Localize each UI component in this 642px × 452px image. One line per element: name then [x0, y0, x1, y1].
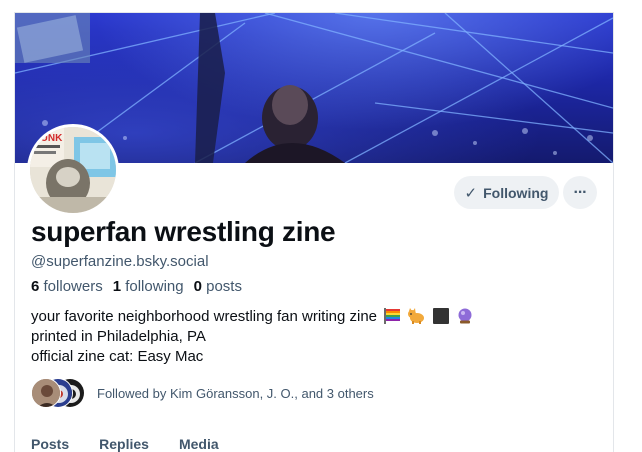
followed-by-text: Followed by Kim Göransson, J. O., and 3 … [97, 385, 374, 401]
following-label: following [125, 278, 184, 295]
followers-label: followers [43, 278, 103, 295]
tab-media[interactable]: Media [179, 436, 219, 452]
rainbow-flag-icon [384, 308, 401, 324]
profile-stats: 6 followers 1 following 0 posts [31, 278, 242, 295]
following-button-label: Following [483, 184, 549, 201]
tab-replies[interactable]: Replies [99, 436, 149, 452]
bio-line-3: official zine cat: Easy Mac [31, 348, 204, 365]
avatar-image: PUNK [30, 127, 116, 213]
profile-bio: your favorite neighborhood wrestling fan… [31, 307, 474, 367]
black-square-icon [432, 308, 449, 324]
more-options-button[interactable]: ··· [563, 176, 597, 209]
cat-icon [408, 308, 425, 324]
crystal-ball-icon [458, 308, 472, 324]
followed-by-row[interactable]: Followed by Kim Göransson, J. O., and 3 … [31, 378, 374, 408]
posts-stat: 0 posts [194, 278, 242, 295]
profile-avatar[interactable]: PUNK [27, 124, 119, 216]
posts-label: posts [206, 278, 242, 295]
ellipsis-icon: ··· [573, 183, 588, 201]
bio-line-2: printed in Philadelphia, PA [31, 328, 206, 345]
following-link[interactable]: 1 following [113, 278, 184, 295]
profile-tabs: Posts Replies Media [31, 436, 219, 452]
posts-count: 0 [193, 278, 202, 295]
following-button[interactable]: ✓ Following [454, 176, 559, 209]
following-count: 1 [112, 278, 122, 295]
followed-by-avatars [31, 378, 87, 408]
bio-text-1: your favorite neighborhood wrestling fan… [31, 308, 378, 325]
tab-posts[interactable]: Posts [31, 436, 69, 452]
follower-avatar [31, 378, 61, 408]
profile-handle: @superfanzine.bsky.social [31, 253, 209, 270]
bio-line-1: your favorite neighborhood wrestling fan… [31, 307, 474, 327]
followers-count: 6 [31, 278, 40, 295]
display-name: superfan wrestling zine [31, 216, 336, 247]
check-icon: ✓ [464, 184, 478, 202]
followers-link[interactable]: 6 followers [31, 278, 103, 295]
